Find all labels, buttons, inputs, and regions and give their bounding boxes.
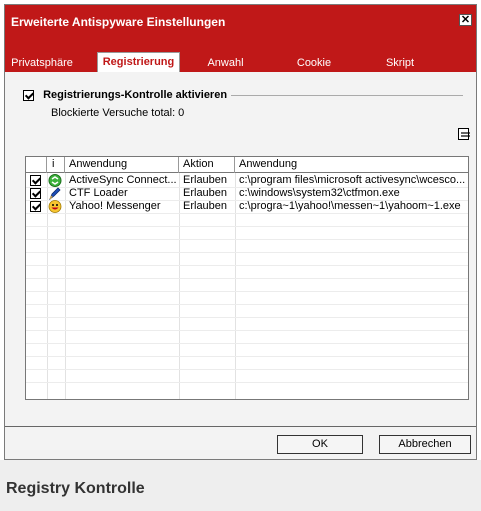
grid-line xyxy=(26,291,468,292)
dialog-footer: OK Abbrechen xyxy=(5,427,476,459)
window-title: Erweiterte Antispyware Einstellungen xyxy=(11,15,226,29)
row-application-name: Yahoo! Messenger xyxy=(69,200,161,212)
settings-window: Erweiterte Antispyware Einstellungen ✕ P… xyxy=(4,4,477,460)
grid-line xyxy=(26,239,468,240)
grid-line xyxy=(26,317,468,318)
grid-line xyxy=(26,343,468,344)
application-table: i Anwendung Aktion Anwendung ActiveSync … xyxy=(25,156,469,400)
title-bar: Erweiterte Antispyware Einstellungen ✕ xyxy=(5,5,476,38)
column-header-application[interactable]: Anwendung xyxy=(65,157,179,173)
table-row[interactable]: CTF Loader Erlauben c:\windows\system32\… xyxy=(26,187,468,200)
grid-line xyxy=(26,369,468,370)
registry-enable-label: Registrierungs-Kontrolle aktivieren xyxy=(43,89,228,102)
ok-button[interactable]: OK xyxy=(277,435,363,454)
tab-bar: Privatsphäre Registrierung Anwahl Cookie… xyxy=(5,38,476,72)
column-header-check xyxy=(26,157,47,173)
row-path: c:\windows\system32\ctfmon.exe xyxy=(239,187,400,199)
column-header-action[interactable]: Aktion xyxy=(179,157,235,173)
grid-line xyxy=(26,265,468,266)
grid-line xyxy=(26,304,468,305)
caption-text: Registry Kontrolle xyxy=(6,480,145,497)
grid-line xyxy=(26,252,468,253)
grid-line xyxy=(26,278,468,279)
grid-line xyxy=(26,226,468,227)
row-checkbox[interactable] xyxy=(30,188,41,199)
section-divider xyxy=(231,95,463,96)
activesync-icon xyxy=(48,174,62,187)
ctf-loader-icon xyxy=(49,187,61,200)
grid-line xyxy=(26,213,468,214)
row-action: Erlauben xyxy=(183,174,228,186)
row-checkbox[interactable] xyxy=(30,175,41,186)
table-row[interactable]: Yahoo! Messenger Erlauben c:\progra~1\ya… xyxy=(26,200,468,213)
table-row[interactable]: ActiveSync Connect... Erlauben c:\progra… xyxy=(26,174,468,187)
row-path: c:\progra~1\yahoo!\messen~1\yahoom~1.exe xyxy=(239,200,461,212)
grid-line xyxy=(26,382,468,383)
tab-cookie[interactable]: Cookie xyxy=(293,54,335,72)
blocked-count-text: Blockierte Versuche total: 0 xyxy=(51,107,185,119)
caption-bar: Registry Kontrolle xyxy=(0,460,481,511)
column-header-path[interactable]: Anwendung xyxy=(235,157,468,173)
cancel-button[interactable]: Abbrechen xyxy=(379,435,471,454)
row-action: Erlauben xyxy=(183,187,228,199)
tab-registrierung[interactable]: Registrierung xyxy=(97,52,180,72)
export-list-icon[interactable] xyxy=(457,127,471,141)
close-icon[interactable]: ✕ xyxy=(459,14,472,26)
row-action: Erlauben xyxy=(183,200,228,212)
column-header-info[interactable]: i xyxy=(47,157,65,173)
grid-line xyxy=(26,356,468,357)
registry-enable-row: Registrierungs-Kontrolle aktivieren xyxy=(23,89,463,101)
table-header: i Anwendung Aktion Anwendung xyxy=(26,157,468,173)
row-application-name: CTF Loader xyxy=(69,187,128,199)
tab-anwahl[interactable]: Anwahl xyxy=(203,54,248,72)
yahoo-messenger-icon xyxy=(48,200,62,213)
row-path: c:\program files\microsoft activesync\wc… xyxy=(239,174,466,186)
tab-privatsphaere[interactable]: Privatsphäre xyxy=(11,54,73,72)
grid-line xyxy=(26,330,468,331)
tab-skript[interactable]: Skript xyxy=(380,54,420,72)
registry-panel: Registrierungs-Kontrolle aktivieren Bloc… xyxy=(5,72,476,427)
registry-enable-checkbox[interactable] xyxy=(23,89,34,101)
row-checkbox[interactable] xyxy=(30,201,41,212)
row-application-name: ActiveSync Connect... xyxy=(69,174,177,186)
